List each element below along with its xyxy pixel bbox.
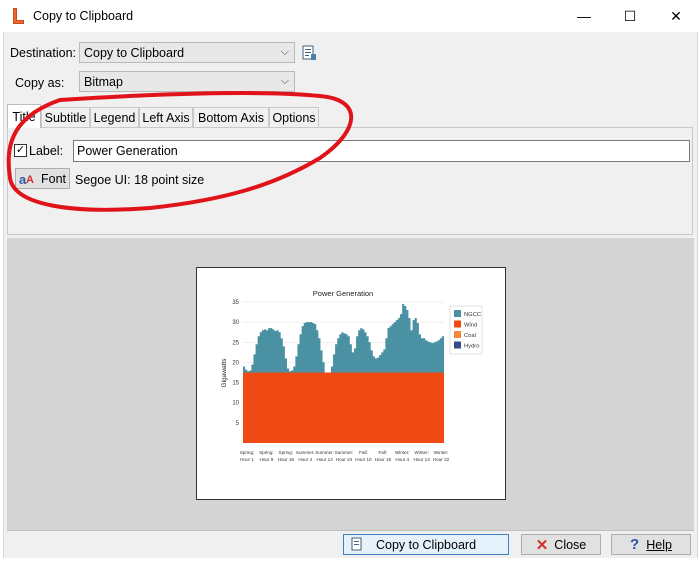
window-title: Copy to Clipboard <box>33 9 134 23</box>
font-icon: a A <box>19 172 34 186</box>
y-tick-label: 5 <box>236 421 240 427</box>
destination-value: Copy to Clipboard <box>84 45 185 60</box>
legend-swatch <box>454 310 461 317</box>
font-button[interactable]: a A Font <box>15 168 70 189</box>
chevron-down-icon: ⌵ <box>280 46 289 58</box>
maximize-icon: ☐ <box>623 7 637 24</box>
chart-title: Power Generation <box>313 289 373 298</box>
x-tick-label: Fall: <box>359 450 368 455</box>
x-tick-label: Summer: <box>335 450 354 455</box>
title-label-input[interactable]: Power Generation <box>73 140 690 162</box>
y-tick-label: 15 <box>232 381 239 387</box>
x-tick-label: Winter: <box>395 450 410 455</box>
tab-legend[interactable]: Legend <box>90 107 139 127</box>
legend-swatch <box>454 320 461 328</box>
y-tick-label: 25 <box>232 340 239 346</box>
x-tick-label: Hour 13 <box>413 457 430 462</box>
svg-text:A: A <box>26 174 34 186</box>
copy-as-value: Bitmap <box>84 74 123 89</box>
tab-bottom-axis[interactable]: Bottom Axis <box>193 107 269 127</box>
y-tick-label: 35 <box>232 300 239 306</box>
x-tick-label: Hour 9 <box>260 457 274 462</box>
minimize-button[interactable]: — <box>561 0 607 32</box>
close-icon: ✕ <box>670 7 682 24</box>
font-description: Segoe UI: 18 point size <box>75 173 205 187</box>
y-tick-label: 10 <box>232 401 239 407</box>
legend-swatch <box>454 331 461 338</box>
copy-as-select[interactable]: Bitmap ⌵ <box>79 71 295 92</box>
copy-to-clipboard-button[interactable]: Copy to Clipboard <box>343 534 509 555</box>
x-tick-label: Spring: <box>240 450 255 455</box>
power-generation-chart: Power Generation 5 10 15 20 25 30 35 Gigawatts Sp… <box>221 289 483 462</box>
x-tick-label: Summer: <box>296 450 315 455</box>
help-icon: ? <box>630 536 640 553</box>
x-tick-label: Fall: <box>378 450 387 455</box>
maximize-button[interactable]: ☐ <box>607 0 653 32</box>
x-tick-label: Hour 22 <box>433 457 450 462</box>
app-logo-icon <box>10 7 26 25</box>
x-tick-label: Hour 4 <box>395 457 409 462</box>
chart-preview: Power Generation 5 10 15 20 25 30 35 Gigawatts Sp… <box>196 267 506 500</box>
close-window-button[interactable]: ✕ <box>653 0 699 32</box>
x-tick-label: Hour 10 <box>355 457 372 462</box>
x-tick-label: Hour 4 <box>298 457 312 462</box>
close-x-icon: ✕ <box>535 536 549 554</box>
destination-label: Destination: <box>10 46 77 60</box>
label-checkbox[interactable]: ✓ <box>14 144 27 157</box>
tab-options[interactable]: Options <box>269 107 319 127</box>
x-tick-label: Hour 24 <box>336 457 353 462</box>
destination-select[interactable]: Copy to Clipboard ⌵ <box>79 42 295 63</box>
y-axis-label: Gigawatts <box>221 358 228 388</box>
legend-label: NGCC <box>464 312 481 318</box>
chevron-down-icon: ⌵ <box>280 75 289 87</box>
label-checkbox-text: Label: <box>29 144 64 158</box>
legend-label: Wind <box>464 323 477 329</box>
y-tick-label: 20 <box>232 360 239 366</box>
series-wind-area <box>243 372 444 443</box>
footer-separator <box>7 530 694 531</box>
tab-subtitle[interactable]: Subtitle <box>41 107 90 127</box>
x-tick-label: Summer: <box>315 450 334 455</box>
x-tick-label: Winter: <box>434 450 449 455</box>
help-button[interactable]: ? Help <box>611 534 691 555</box>
x-tick-label: Hour 14 <box>316 457 333 462</box>
x-tick-label: Winter: <box>414 450 429 455</box>
clipboard-settings-icon[interactable] <box>301 45 317 61</box>
x-tick-label: Spring: <box>259 450 274 455</box>
series-ngcc-area <box>243 304 444 375</box>
legend-label: Hydro <box>464 344 479 350</box>
legend-swatch <box>454 341 461 349</box>
legend-label: Coal <box>464 333 476 339</box>
clipboard-icon <box>351 537 362 551</box>
checkmark-icon: ✓ <box>15 144 26 156</box>
tab-title[interactable]: Title <box>7 104 41 128</box>
x-tick-label: Hour 18 <box>278 457 295 462</box>
minimize-icon: — <box>577 8 591 24</box>
x-tick-label: Spring: <box>279 450 294 455</box>
x-tick-label: Hour 1 <box>240 457 254 462</box>
close-button[interactable]: ✕ Close <box>521 534 601 555</box>
copy-as-label: Copy as: <box>15 76 65 90</box>
y-tick-label: 30 <box>232 320 239 326</box>
tab-left-axis[interactable]: Left Axis <box>139 107 193 127</box>
x-tick-label: Hour 19 <box>375 457 392 462</box>
